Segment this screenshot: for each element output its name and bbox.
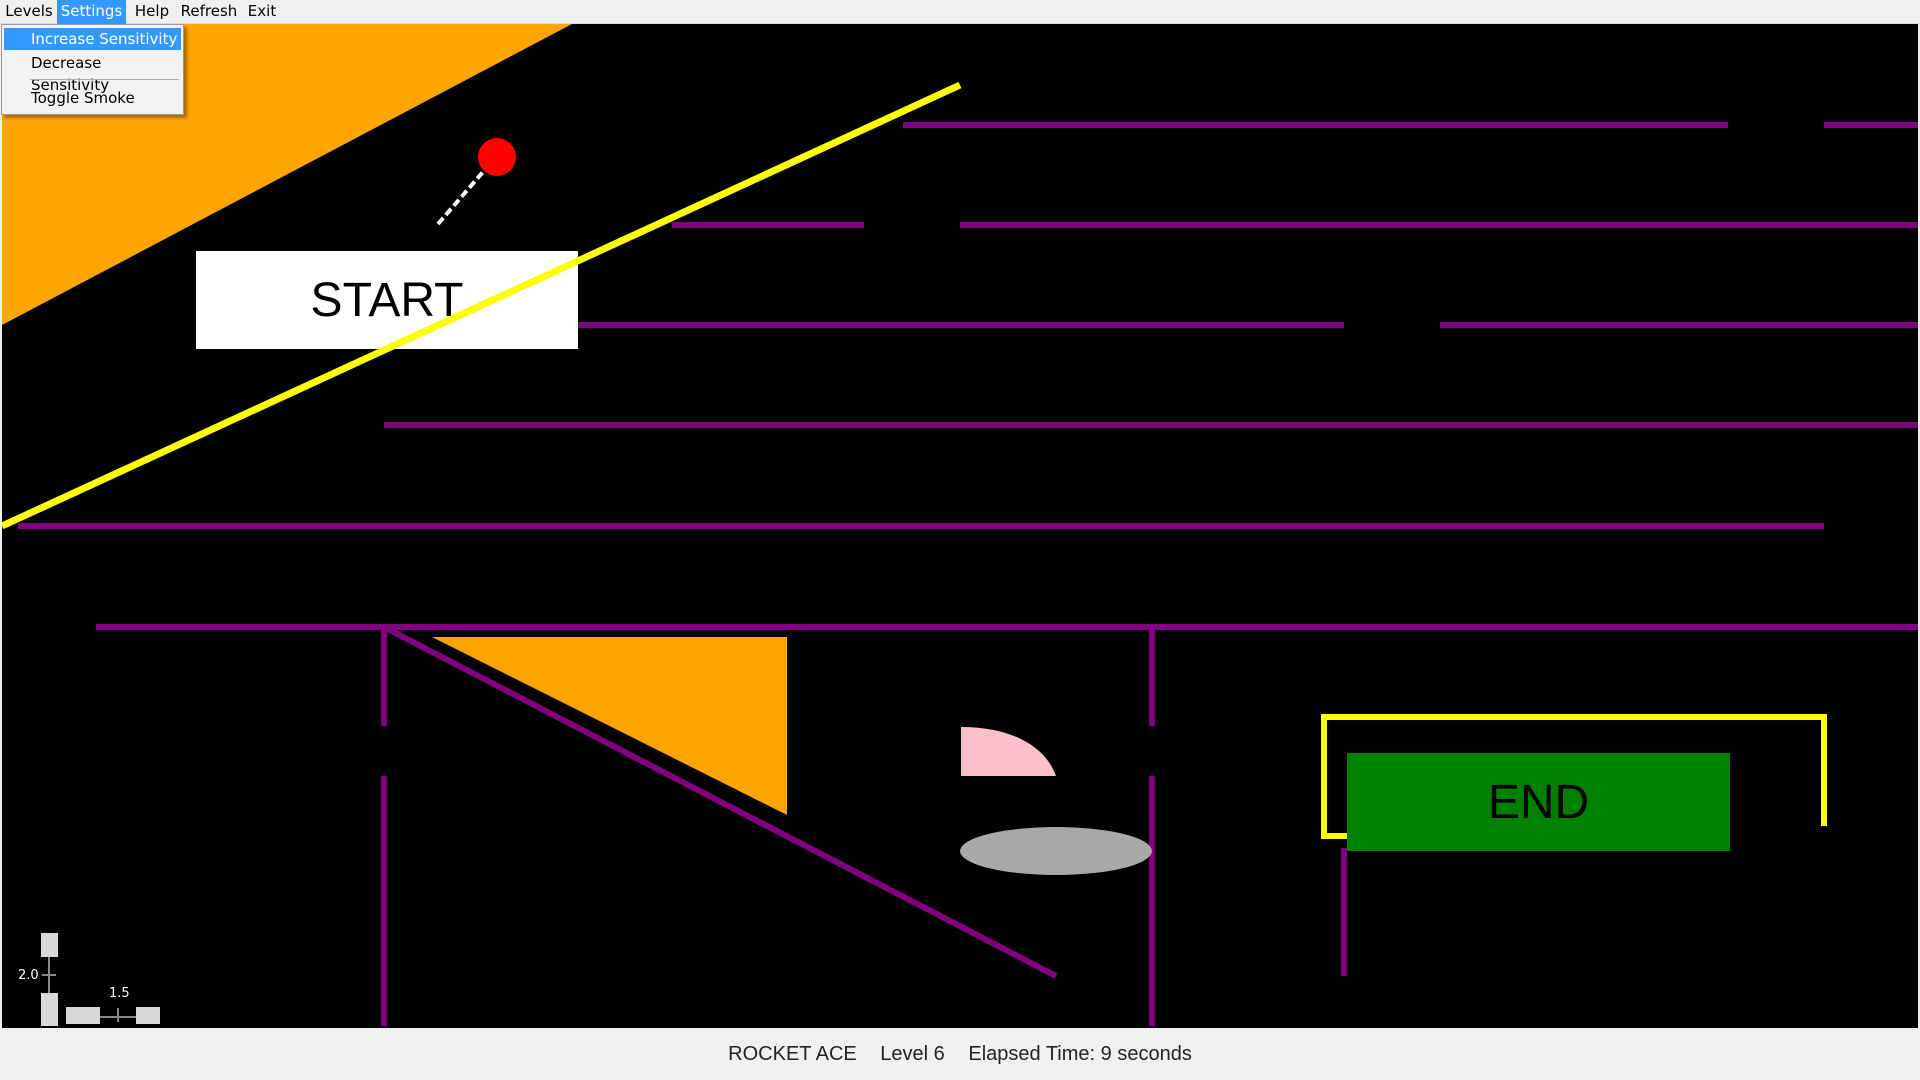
game-canvas[interactable]: START END 2.0 1.5 [2, 24, 1918, 1028]
sensitivity-widget [41, 933, 160, 1026]
rocket [478, 138, 516, 176]
settings-dropdown: Increase Sensitivity Decrease Sensitivit… [1, 24, 184, 115]
decrease-sensitivity-item[interactable]: Decrease Sensitivity [4, 52, 181, 94]
horizontal-sensitivity-value: 1.5 [109, 986, 130, 1001]
toggle-smoke-item[interactable]: Toggle Smoke [4, 87, 181, 109]
vertical-slider-bottom[interactable] [41, 993, 58, 1026]
laser-layer [2, 81, 962, 1026]
status-bar: ROCKET ACE Level 6 Elapsed Time: 9 secon… [0, 1028, 1920, 1080]
horizontal-slider-right[interactable] [136, 1007, 160, 1024]
menu-refresh[interactable]: Refresh [178, 0, 240, 24]
menu-separator [30, 79, 179, 80]
elapsed-time: Elapsed Time: 9 seconds [968, 1043, 1192, 1065]
menu-help[interactable]: Help [128, 0, 176, 24]
menu-exit[interactable]: Exit [242, 0, 282, 24]
level-label: Level 6 [880, 1043, 945, 1065]
vertical-slider-top[interactable] [41, 933, 58, 957]
menu-levels[interactable]: Levels [2, 0, 56, 24]
menu-settings[interactable]: Settings [57, 0, 126, 24]
menu-bar: Levels Settings Help Refresh Exit [0, 0, 1920, 24]
horizontal-slider-left[interactable] [66, 1007, 100, 1024]
increase-sensitivity-item[interactable]: Increase Sensitivity [4, 28, 181, 50]
app-name: ROCKET ACE [728, 1043, 857, 1065]
vertical-sensitivity-value: 2.0 [18, 968, 39, 983]
